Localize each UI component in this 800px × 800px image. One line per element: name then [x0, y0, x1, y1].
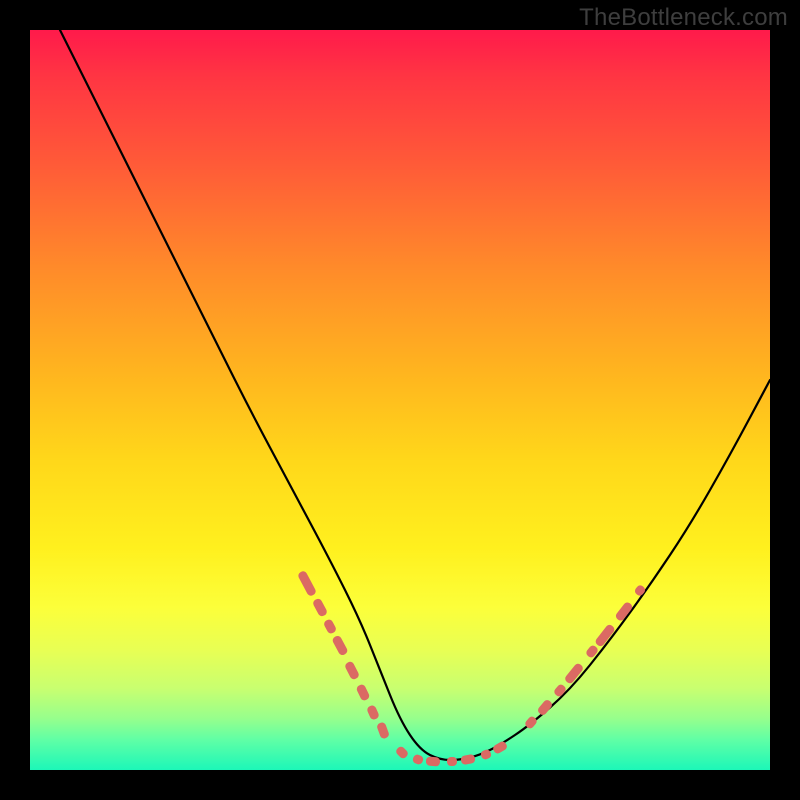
watermark-text: TheBottleneck.com: [579, 4, 788, 32]
plot-area: [30, 30, 770, 770]
chart-frame: TheBottleneck.com: [0, 0, 800, 800]
bottleneck-curve: [30, 30, 770, 770]
annotation-dash: [426, 756, 441, 766]
annotation-dash: [447, 756, 457, 765]
